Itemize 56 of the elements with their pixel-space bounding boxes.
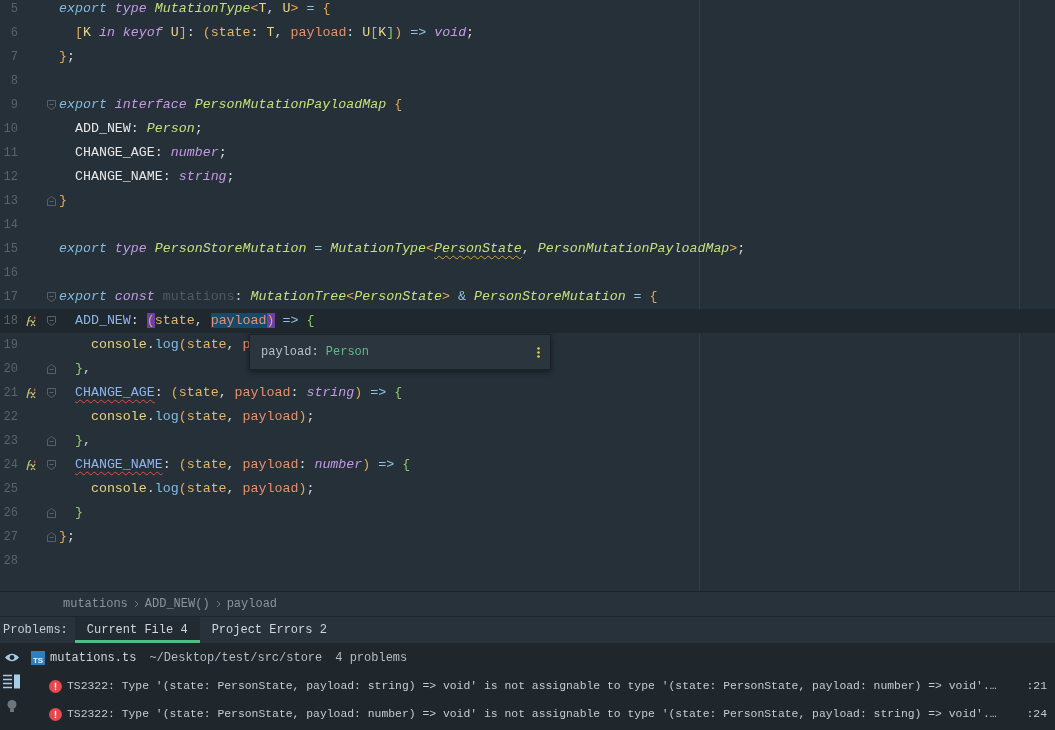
fold-icon[interactable]: [46, 508, 56, 518]
code-line: ADD_NEW: (state, payload) => {: [73, 312, 315, 330]
fold-icon[interactable]: [46, 196, 56, 206]
function-arrow-icon[interactable]: [25, 315, 37, 327]
tooltip-text: payload: Person: [261, 345, 370, 359]
problem-message[interactable]: TS2322: Type '(state: PersonState, payload: string) => void' is not assignable to type '(state: PersonState, payload: number) => void'.…: [67, 680, 1027, 692]
panel-label: Problems:: [2, 622, 69, 639]
code-line: }: [73, 504, 83, 522]
code-line: },: [73, 360, 91, 378]
more-icon[interactable]: [537, 346, 540, 358]
breadcrumb-item[interactable]: ADD_NEW(): [144, 597, 210, 611]
list-icon[interactable]: [3, 674, 21, 689]
code-line: };: [58, 48, 75, 66]
code-line: CHANGE_NAME: string;: [73, 168, 235, 186]
fold-icon[interactable]: [46, 316, 56, 326]
code-line: console.log(state, payload);: [89, 480, 315, 498]
code-line: }: [58, 192, 67, 210]
fold-icon[interactable]: [46, 100, 56, 110]
fold-icon[interactable]: [46, 364, 56, 374]
breadcrumb-item[interactable]: mutations: [63, 597, 128, 611]
code-line: },: [73, 432, 91, 450]
breadcrumb-item[interactable]: payload: [226, 597, 278, 611]
code-line: console.log(state, payload);: [89, 408, 315, 426]
code-line: CHANGE_AGE: number;: [73, 144, 227, 162]
fold-icon[interactable]: [46, 436, 56, 446]
code-line: CHANGE_NAME: (state, payload: number) => {: [73, 456, 411, 474]
code-line: [K in keyof U]: (state: T, payload: U[K]) => void;: [73, 24, 475, 42]
line-reference: :24: [1026, 708, 1047, 720]
chevron-icon: [133, 600, 139, 608]
problem-message[interactable]: TS2322: Type '(state: PersonState, payload: number) => void' is not assignable to type '(state: PersonState, payload: string) => void'.…: [67, 708, 1027, 720]
code-line: export type PersonStoreMutation = MutationType<PersonState, PersonMutationPayloadMap>;: [58, 240, 746, 258]
problem-count: 4 problems: [335, 651, 408, 665]
fold-icon[interactable]: [46, 388, 56, 398]
code-line: };: [58, 528, 75, 546]
error-icon: [49, 679, 62, 693]
function-arrow-icon[interactable]: [25, 459, 37, 471]
line-number: 18: [2, 314, 18, 328]
code-line: CHANGE_AGE: (state, payload: string) => {: [73, 384, 403, 402]
line-reference: :21: [1026, 680, 1047, 692]
fold-icon[interactable]: [46, 460, 56, 470]
code-line: export interface PersonMutationPayloadMap {: [58, 96, 403, 114]
panel-tab[interactable]: Current File 4: [74, 617, 200, 643]
error-icon: [49, 707, 62, 721]
fold-icon[interactable]: [46, 292, 56, 302]
eye-icon[interactable]: [4, 652, 20, 664]
chevron-icon: [215, 600, 221, 608]
file-name[interactable]: mutations.ts: [50, 651, 137, 665]
panel-tab[interactable]: Project Errors 2: [199, 617, 339, 643]
code-line: ADD_NEW: Person;: [73, 120, 203, 138]
function-arrow-icon[interactable]: [25, 387, 37, 399]
typescript-file-icon: TS: [31, 651, 45, 665]
fold-icon[interactable]: [46, 532, 56, 542]
lightbulb-icon[interactable]: [6, 699, 18, 714]
code-line: console.log(state, p: [89, 336, 251, 354]
file-path: ~/Desktop/test/src/store: [149, 651, 323, 665]
code-line: export type MutationType<T, U> = {: [58, 0, 331, 18]
